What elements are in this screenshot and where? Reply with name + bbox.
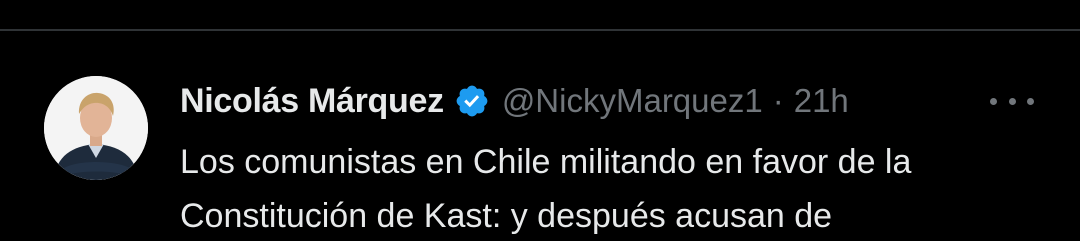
divider [0,29,1080,31]
avatar-image [44,76,148,180]
display-name[interactable]: Nicolás Márquez [180,82,444,121]
timestamp[interactable]: 21h [794,82,849,120]
more-dot [990,97,997,105]
user-handle[interactable]: @NickyMarquez1 [502,82,763,120]
tweet-view: Nicolás Márquez @NickyMarquez1 · 21h Los… [0,0,1080,241]
tweet-text: Los comunistas en Chile militando en fav… [180,135,1060,241]
more-dot [1008,97,1016,105]
separator-dot: · [772,82,784,119]
more-dot [1027,97,1034,105]
avatar[interactable] [44,76,148,180]
tweet-header: Nicolás Márquez @NickyMarquez1 · 21h [180,78,849,124]
tweet-text-line: Los comunistas en Chile militando en fav… [180,143,912,181]
more-horizontal-icon[interactable] [990,86,1034,116]
tweet-text-line: Constitución de Kast: y después acusan d… [180,197,833,235]
verified-badge-icon [454,83,490,119]
